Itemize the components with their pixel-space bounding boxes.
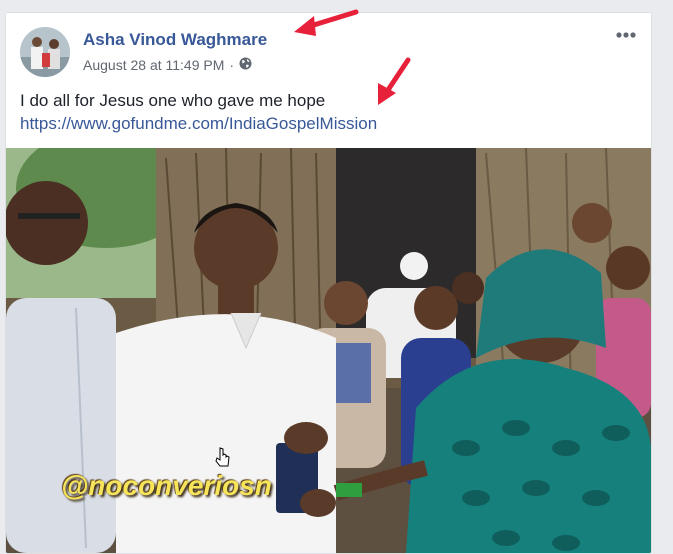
photo-watermark: @noconveriosn xyxy=(61,470,272,501)
meta-separator: · xyxy=(229,57,235,73)
post-photo[interactable]: @noconveriosn xyxy=(6,148,651,553)
more-options-icon[interactable] xyxy=(613,25,641,45)
post-timestamp[interactable]: August 28 at 11:49 PM xyxy=(83,57,224,73)
author-avatar[interactable] xyxy=(20,27,70,77)
annotation-arrow-icon xyxy=(294,9,359,36)
annotation-arrow-icon xyxy=(378,57,411,105)
post-meta: August 28 at 11:49 PM · xyxy=(83,57,252,73)
facebook-post: Asha Vinod Waghmare August 28 at 11:49 P… xyxy=(5,12,652,554)
author-name[interactable]: Asha Vinod Waghmare xyxy=(83,30,267,50)
globe-icon[interactable] xyxy=(239,57,252,73)
post-text: I do all for Jesus one who gave me hope xyxy=(20,91,326,110)
fundraiser-link[interactable]: https://www.gofundme.com/IndiaGospelMiss… xyxy=(20,114,377,134)
